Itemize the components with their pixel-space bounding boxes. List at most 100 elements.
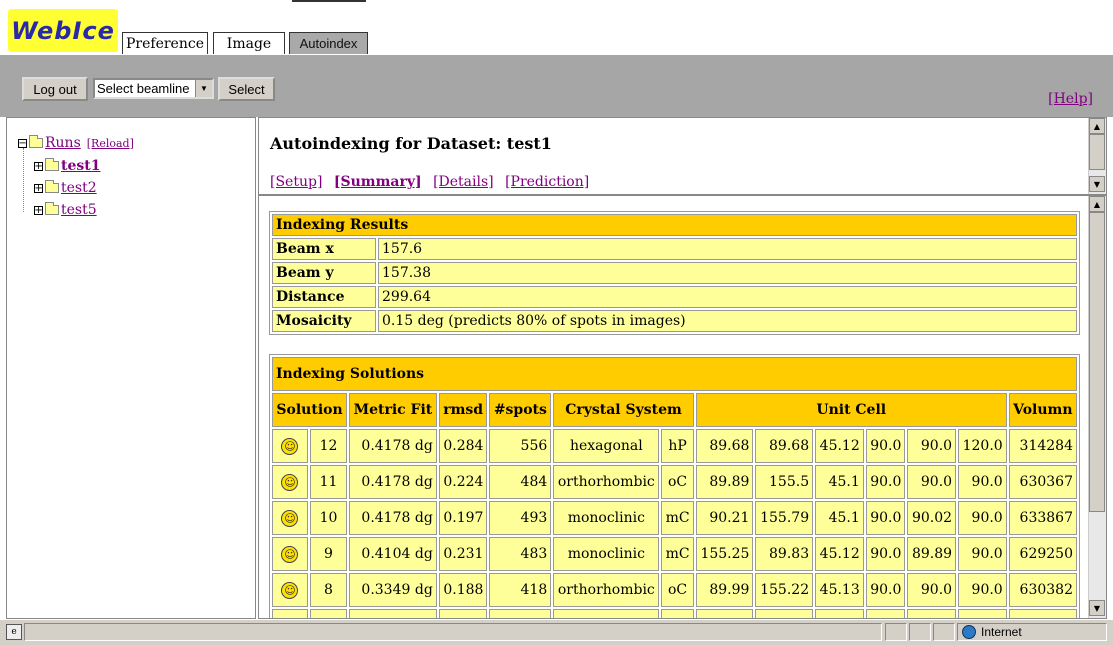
- status-cell: [933, 623, 955, 641]
- cell-beta: 89.89: [907, 537, 957, 571]
- cell-gamma: 90.0: [958, 501, 1007, 535]
- folder-icon: [45, 202, 59, 215]
- solution-id: 11: [309, 465, 348, 499]
- scroll-down-icon[interactable]: ▼: [1089, 600, 1105, 616]
- crystal-system-cell: monoclinic: [553, 501, 660, 535]
- subtab-prediction[interactable]: [Prediction]: [505, 174, 589, 190]
- header-scrollbar[interactable]: ▲ ▼: [1088, 118, 1106, 194]
- col-unit-cell: Unit Cell: [695, 393, 1007, 427]
- cell-alpha: 90.0: [865, 501, 906, 535]
- cell-b: 155.22: [755, 609, 814, 618]
- tree-item-test5[interactable]: + test5: [34, 202, 97, 218]
- cell-c: 45.13: [815, 573, 864, 607]
- top-bar: WebIce Preference Image Autoindex: [0, 0, 1113, 55]
- subtab-summary[interactable]: [Summary]: [334, 174, 422, 190]
- cell-gamma: 90.0: [958, 537, 1007, 571]
- scroll-thumb[interactable]: [1089, 212, 1105, 512]
- beamline-select[interactable]: Select beamline ▼: [93, 78, 214, 99]
- subtab-setup[interactable]: [Setup]: [270, 174, 322, 190]
- cell-alpha: 90.0: [865, 573, 906, 607]
- logout-button[interactable]: Log out: [22, 77, 88, 101]
- cell-alpha: 90.0: [865, 465, 906, 499]
- col-crystal-system: Crystal System: [553, 393, 694, 427]
- smiley-icon[interactable]: ☺: [281, 581, 299, 599]
- summary-content: Indexing Results Beam x 157.6 Beam y 157…: [259, 196, 1089, 618]
- help-link[interactable]: [Help]: [1048, 91, 1093, 107]
- col-metric-fit: Metric Fit: [349, 393, 437, 427]
- crystal-system-cell: orthorhombic: [553, 465, 660, 499]
- cell-a: 89.99: [695, 609, 754, 618]
- spots-cell: 493: [489, 501, 552, 535]
- smiley-icon[interactable]: ☺: [281, 437, 299, 455]
- tree-item-test2[interactable]: + test2: [34, 180, 97, 196]
- smiley-icon[interactable]: ☺: [281, 473, 299, 491]
- lattice-cell: oC: [661, 573, 694, 607]
- smiley-cell: ☺: [272, 609, 308, 618]
- dataset-header-frame: Autoindexing for Dataset: test1 [Setup] …: [259, 118, 1106, 196]
- expand-icon[interactable]: +: [34, 205, 43, 215]
- solution-row: ☺ 12 0.4178 dg 0.284 556 hexagonal hP 89.68 89.6…: [272, 429, 1077, 463]
- tab-preference[interactable]: Preference: [122, 32, 208, 54]
- subtab-links: [Setup] [Summary] [Details] [Prediction]: [270, 174, 596, 190]
- cell-gamma: 90.0: [958, 609, 1007, 618]
- tree-item-label[interactable]: test1: [61, 158, 100, 174]
- tree-item-label[interactable]: test2: [61, 180, 97, 196]
- solution-row: ☺ 10 0.4178 dg 0.197 493 monoclinic mC 90.21 155…: [272, 501, 1077, 535]
- security-zone: Internet: [957, 623, 1107, 641]
- smiley-icon[interactable]: ☺: [281, 617, 299, 618]
- cell-c: 45.1: [815, 465, 864, 499]
- volume-cell: 633867: [1008, 501, 1077, 535]
- metric-fit-cell: 0.3349 dg: [349, 609, 437, 618]
- scroll-thumb[interactable]: [1089, 134, 1105, 170]
- scroll-up-icon[interactable]: ▲: [1089, 118, 1105, 134]
- smiley-cell: ☺: [272, 537, 308, 571]
- scroll-down-icon[interactable]: ▼: [1089, 176, 1105, 192]
- col-solution: Solution: [272, 393, 348, 427]
- beamline-select-value: Select beamline: [97, 81, 190, 96]
- cell-b: 89.83: [755, 537, 814, 571]
- scroll-up-icon[interactable]: ▲: [1089, 196, 1105, 212]
- subtab-details[interactable]: [Details]: [433, 174, 494, 190]
- crystal-system-cell: orthorhombic: [553, 573, 660, 607]
- page-title: Autoindexing for Dataset: test1: [270, 134, 552, 153]
- tab-image[interactable]: Image: [213, 32, 285, 54]
- tree-item-test1[interactable]: + test1: [34, 158, 100, 174]
- solution-id: 7: [309, 609, 348, 618]
- cell-c: 45.13: [815, 609, 864, 618]
- cell-a: 155.25: [695, 537, 754, 571]
- solution-row: ☺ 11 0.4178 dg 0.224 484 orthorhombic oC 89.89 1…: [272, 465, 1077, 499]
- smiley-icon[interactable]: ☺: [281, 509, 299, 527]
- tab-autoindex[interactable]: Autoindex: [289, 32, 368, 54]
- spots-cell: 418: [489, 609, 552, 618]
- solution-row: ☺ 70.3349 dg0.186418monoclinicmC89.99155.…: [272, 609, 1077, 618]
- cell-a: 89.68: [695, 429, 754, 463]
- rmsd-cell: 0.186: [438, 609, 488, 618]
- expand-icon[interactable]: +: [34, 161, 43, 171]
- cell-gamma: 90.0: [958, 573, 1007, 607]
- indexing-results-table: Indexing Results Beam x 157.6 Beam y 157…: [269, 211, 1080, 335]
- volume-cell: 314284: [1008, 429, 1077, 463]
- col-volume: Volumn: [1008, 393, 1077, 427]
- smiley-cell: ☺: [272, 429, 308, 463]
- dropdown-arrow-icon[interactable]: ▼: [195, 80, 212, 97]
- lattice-cell: mC: [661, 501, 694, 535]
- status-cell: [909, 623, 931, 641]
- smiley-cell: ☺: [272, 501, 308, 535]
- cell-c: 45.12: [815, 429, 864, 463]
- cell-alpha: 90.0: [865, 429, 906, 463]
- solution-id: 8: [309, 573, 348, 607]
- lattice-cell: hP: [661, 429, 694, 463]
- select-button[interactable]: Select: [218, 77, 275, 101]
- expand-icon[interactable]: +: [34, 183, 43, 193]
- collapse-icon[interactable]: −: [18, 138, 27, 148]
- rmsd-cell: 0.231: [438, 537, 488, 571]
- content-scrollbar[interactable]: ▲ ▼: [1088, 196, 1106, 618]
- cell-c: 45.12: [815, 537, 864, 571]
- reload-link[interactable]: [Reload]: [87, 137, 134, 150]
- cell-a: 90.21: [695, 501, 754, 535]
- status-text-field: [24, 623, 882, 641]
- results-title: Indexing Results: [272, 214, 1077, 236]
- tree-item-label[interactable]: test5: [61, 202, 97, 218]
- tree-root-label[interactable]: Runs: [45, 135, 81, 151]
- smiley-icon[interactable]: ☺: [281, 545, 299, 563]
